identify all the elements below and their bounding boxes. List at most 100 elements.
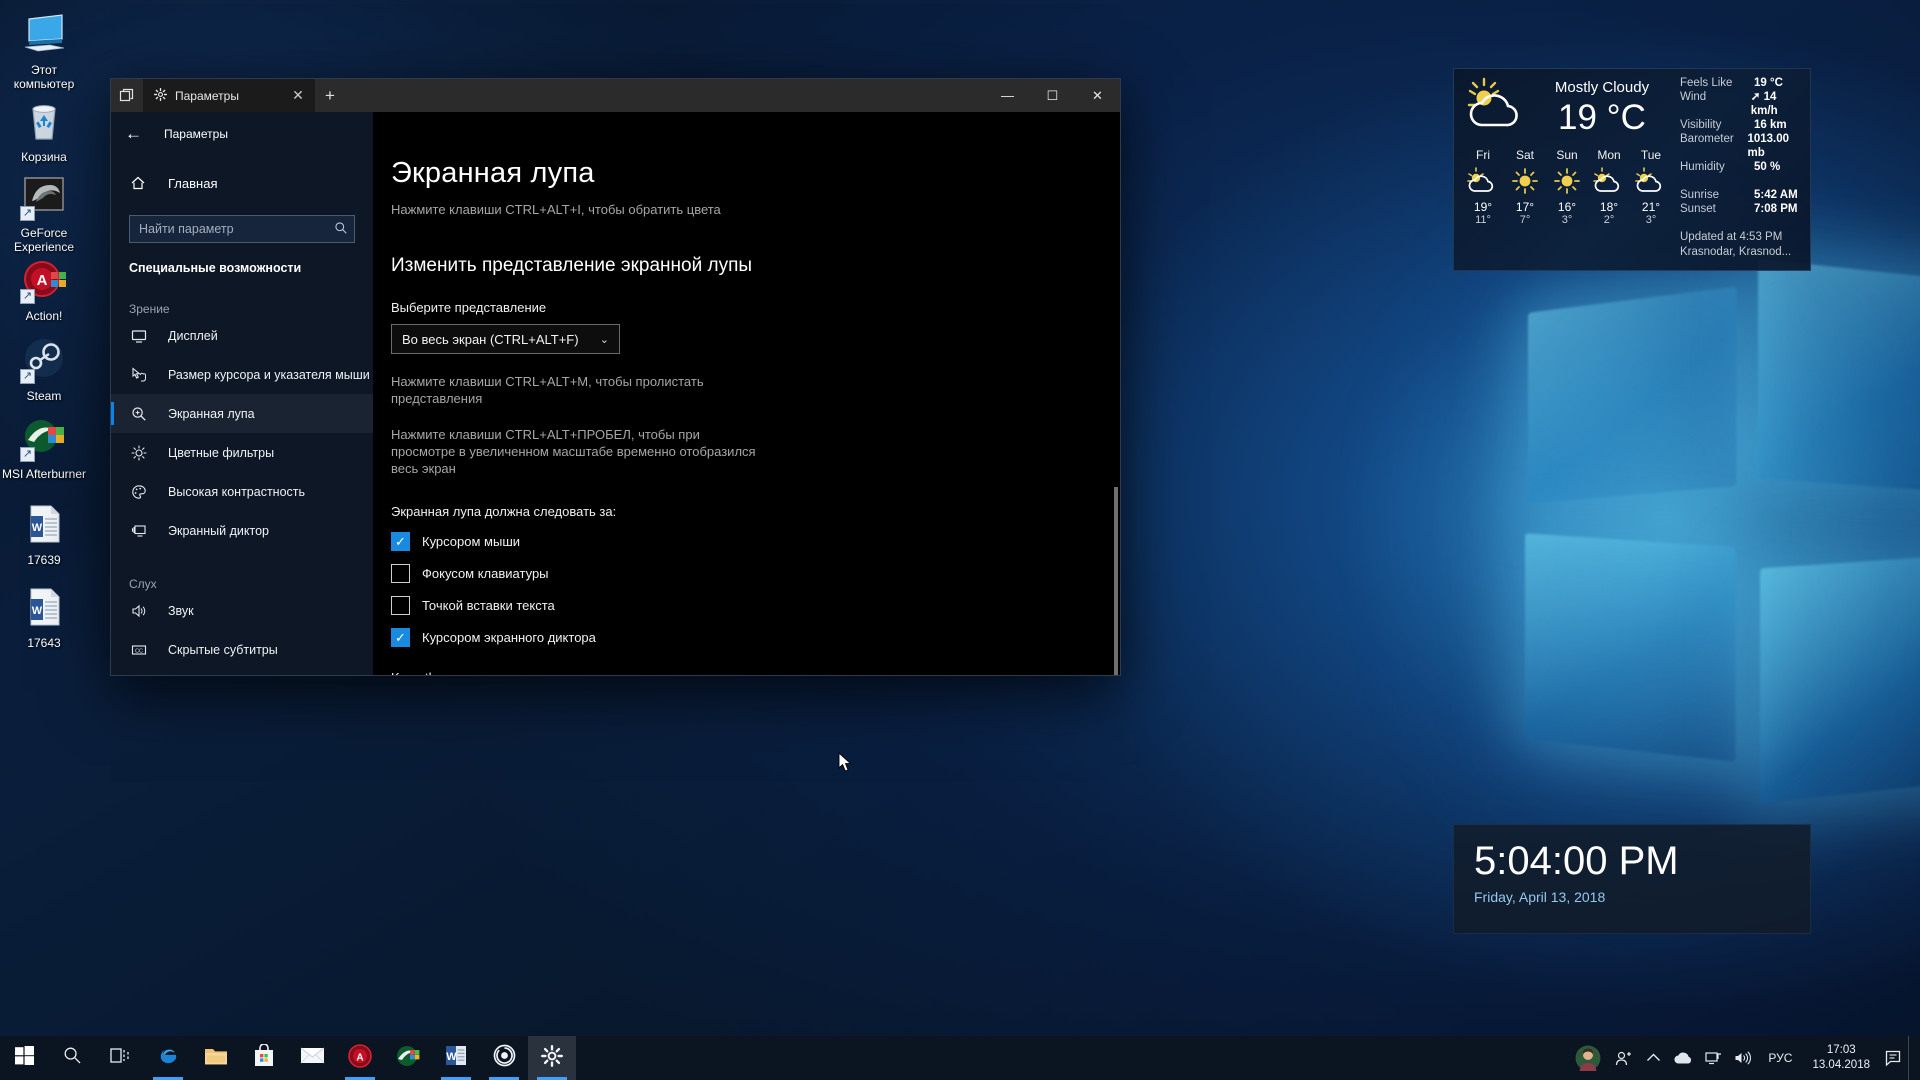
close-icon[interactable]: ✕ bbox=[287, 87, 309, 104]
forecast-low: 11° bbox=[1475, 214, 1491, 226]
sidebar-item-label: Звук bbox=[168, 603, 194, 618]
desktop-icon-doc-17639[interactable]: W 17639 bbox=[0, 500, 88, 567]
sun-icon bbox=[1546, 166, 1588, 196]
weather-sunrise-row: Sunrise 5:42 AM bbox=[1680, 188, 1804, 202]
spiral-app-button[interactable] bbox=[480, 1036, 528, 1080]
sidebar-item-label: Размер курсора и указателя мыши bbox=[168, 367, 370, 382]
weather-widget[interactable]: Mostly Cloudy 19 °C Fri 19° 11° Sat 17° … bbox=[1453, 68, 1811, 271]
start-button[interactable] bbox=[0, 1036, 48, 1080]
sidebar-item-home[interactable]: Главная bbox=[111, 165, 373, 201]
task-view-button[interactable] bbox=[96, 1036, 144, 1080]
content-scrollbar[interactable] bbox=[1108, 112, 1120, 675]
mail-button[interactable] bbox=[288, 1036, 336, 1080]
show-desktop-button[interactable] bbox=[1908, 1036, 1916, 1080]
new-tab-button[interactable]: + bbox=[315, 79, 345, 112]
volume-icon[interactable] bbox=[1728, 1036, 1758, 1080]
shortcut-overlay-icon: ↗ bbox=[20, 206, 35, 221]
show-hidden-icons-chevron-up-icon[interactable] bbox=[1638, 1036, 1668, 1080]
checkbox-row-keyboard-focus[interactable]: Фокусом клавиатуры bbox=[391, 564, 1120, 583]
detail-value: 19 °C bbox=[1754, 77, 1783, 89]
maximize-button[interactable]: ☐ bbox=[1030, 79, 1075, 112]
tab-strip-icon[interactable] bbox=[111, 79, 143, 112]
sidebar-item-cursor-size[interactable]: Размер курсора и указателя мыши bbox=[111, 355, 373, 394]
settings-button[interactable] bbox=[528, 1036, 576, 1080]
sidebar-home-label: Главная bbox=[168, 175, 218, 191]
back-button[interactable]: ← Параметры bbox=[111, 112, 373, 155]
forecast-low: 3° bbox=[1561, 214, 1573, 226]
home-icon bbox=[129, 175, 147, 191]
clock-widget[interactable]: 5:04:00 PM Friday, April 13, 2018 bbox=[1453, 824, 1811, 934]
weather-detail-row: Humidity 50 % bbox=[1680, 160, 1804, 174]
svg-text:A: A bbox=[37, 272, 48, 289]
back-arrow-icon: ← bbox=[125, 124, 142, 143]
weather-details: Feels Like 19 °C Wind ➚ 14 km/h Visibili… bbox=[1672, 69, 1810, 270]
checkbox-row-mouse-cursor[interactable]: ✓ Курсором мыши bbox=[391, 532, 1120, 551]
view-select-dropdown[interactable]: Во весь экран (CTRL+ALT+F) ⌄ bbox=[391, 324, 620, 354]
sun-behind-cloud-icon bbox=[1462, 166, 1504, 196]
checkbox-mouse-cursor[interactable]: ✓ bbox=[391, 532, 410, 551]
taskbar-clock[interactable]: 17:03 13.04.2018 bbox=[1802, 1043, 1880, 1073]
checkbox-keyboard-focus[interactable] bbox=[391, 564, 410, 583]
word-button[interactable]: W bbox=[432, 1036, 480, 1080]
sidebar-item-label: Скрытые субтитры bbox=[168, 642, 278, 657]
titlebar-drag-area[interactable] bbox=[345, 79, 985, 112]
sidebar-item-closed-captions[interactable]: CC Скрытые субтитры bbox=[111, 630, 373, 669]
sidebar-category-title: Специальные возможности bbox=[129, 261, 302, 275]
weather-detail-row: Visibility 16 km bbox=[1680, 118, 1804, 132]
desktop-icon-recycle-bin[interactable]: Корзина bbox=[0, 97, 88, 164]
word-icon: W bbox=[445, 1044, 467, 1072]
desktop-icon-geforce-experience[interactable]: ↗ GeForce Experience bbox=[0, 173, 88, 254]
msi-afterburner-button[interactable] bbox=[384, 1036, 432, 1080]
desktop-icon-doc-17643[interactable]: W 17643 bbox=[0, 583, 88, 650]
close-button[interactable]: ✕ bbox=[1075, 79, 1120, 112]
detail-key: Visibility bbox=[1680, 119, 1722, 131]
checkbox-label: Фокусом клавиатуры bbox=[422, 566, 549, 581]
sidebar-item-color-filters[interactable]: Цветные фильтры bbox=[111, 433, 373, 472]
search-input[interactable] bbox=[129, 215, 355, 243]
avatar[interactable] bbox=[1568, 1036, 1608, 1080]
tab-parameters[interactable]: Параметры ✕ bbox=[143, 79, 315, 112]
svg-text:A: A bbox=[356, 1052, 363, 1063]
folder-icon bbox=[204, 1045, 228, 1072]
window-titlebar[interactable]: Параметры ✕ + — ☐ ✕ bbox=[111, 79, 1120, 112]
weather-main: Mostly Cloudy 19 °C Fri 19° 11° Sat 17° … bbox=[1454, 69, 1672, 270]
detail-key: Wind bbox=[1680, 91, 1707, 103]
brightness-icon bbox=[129, 444, 148, 461]
display-icon bbox=[129, 328, 148, 344]
checkbox-text-insertion-point[interactable] bbox=[391, 596, 410, 615]
desktop-icon-action[interactable]: A ↗ Action! bbox=[0, 256, 88, 323]
search-button[interactable] bbox=[48, 1036, 96, 1080]
sidebar-item-display[interactable]: Дисплей bbox=[111, 316, 373, 355]
weather-detail-row: Wind ➚ 14 km/h bbox=[1680, 90, 1804, 118]
sidebar-item-high-contrast[interactable]: Высокая контрастность bbox=[111, 472, 373, 511]
checkbox-row-narrator-cursor[interactable]: ✓ Курсором экранного диктора bbox=[391, 628, 1120, 647]
people-icon[interactable] bbox=[1608, 1036, 1638, 1080]
detail-key: Humidity bbox=[1680, 161, 1725, 173]
action-center-icon[interactable] bbox=[1880, 1036, 1908, 1080]
forecast-day-name: Fri bbox=[1476, 148, 1490, 162]
sidebar-item-narrator[interactable]: Экранный диктор bbox=[111, 511, 373, 550]
edge-button[interactable] bbox=[144, 1036, 192, 1080]
desktop-icon-steam[interactable]: ↗ Steam bbox=[0, 336, 88, 403]
scrollbar-thumb[interactable] bbox=[1114, 487, 1118, 675]
checkbox-row-text-insertion-point[interactable]: Точкой вставки текста bbox=[391, 596, 1120, 615]
settings-sidebar[interactable]: ← Параметры Главная Найти параметр Специ… bbox=[111, 112, 373, 675]
search-container[interactable] bbox=[129, 215, 355, 243]
desktop-icon-msi-afterburner[interactable]: ↗ MSI Afterburner bbox=[0, 414, 88, 481]
onedrive-cloud-icon[interactable] bbox=[1668, 1036, 1698, 1080]
store-button[interactable] bbox=[240, 1036, 288, 1080]
action-button[interactable]: A bbox=[336, 1036, 384, 1080]
desktop-icon-this-pc[interactable]: Этот компьютер bbox=[0, 10, 88, 91]
msi-afterburner-icon bbox=[396, 1044, 420, 1073]
taskbar[interactable]: A W РУС 17:03 13.04.2018 bbox=[0, 1036, 1920, 1080]
system-tray[interactable]: РУС 17:03 13.04.2018 bbox=[1568, 1036, 1920, 1080]
file-explorer-button[interactable] bbox=[192, 1036, 240, 1080]
checkbox-narrator-cursor[interactable]: ✓ bbox=[391, 628, 410, 647]
sidebar-item-audio[interactable]: Звук bbox=[111, 591, 373, 630]
minimize-button[interactable]: — bbox=[985, 79, 1030, 112]
network-icon[interactable] bbox=[1698, 1036, 1728, 1080]
language-indicator[interactable]: РУС bbox=[1758, 1051, 1802, 1065]
settings-window[interactable]: Параметры ✕ + — ☐ ✕ ← Параметры Главная … bbox=[110, 78, 1121, 676]
desktop-icon-label: Steam bbox=[26, 389, 62, 403]
sidebar-item-magnifier[interactable]: Экранная лупа bbox=[111, 394, 373, 433]
